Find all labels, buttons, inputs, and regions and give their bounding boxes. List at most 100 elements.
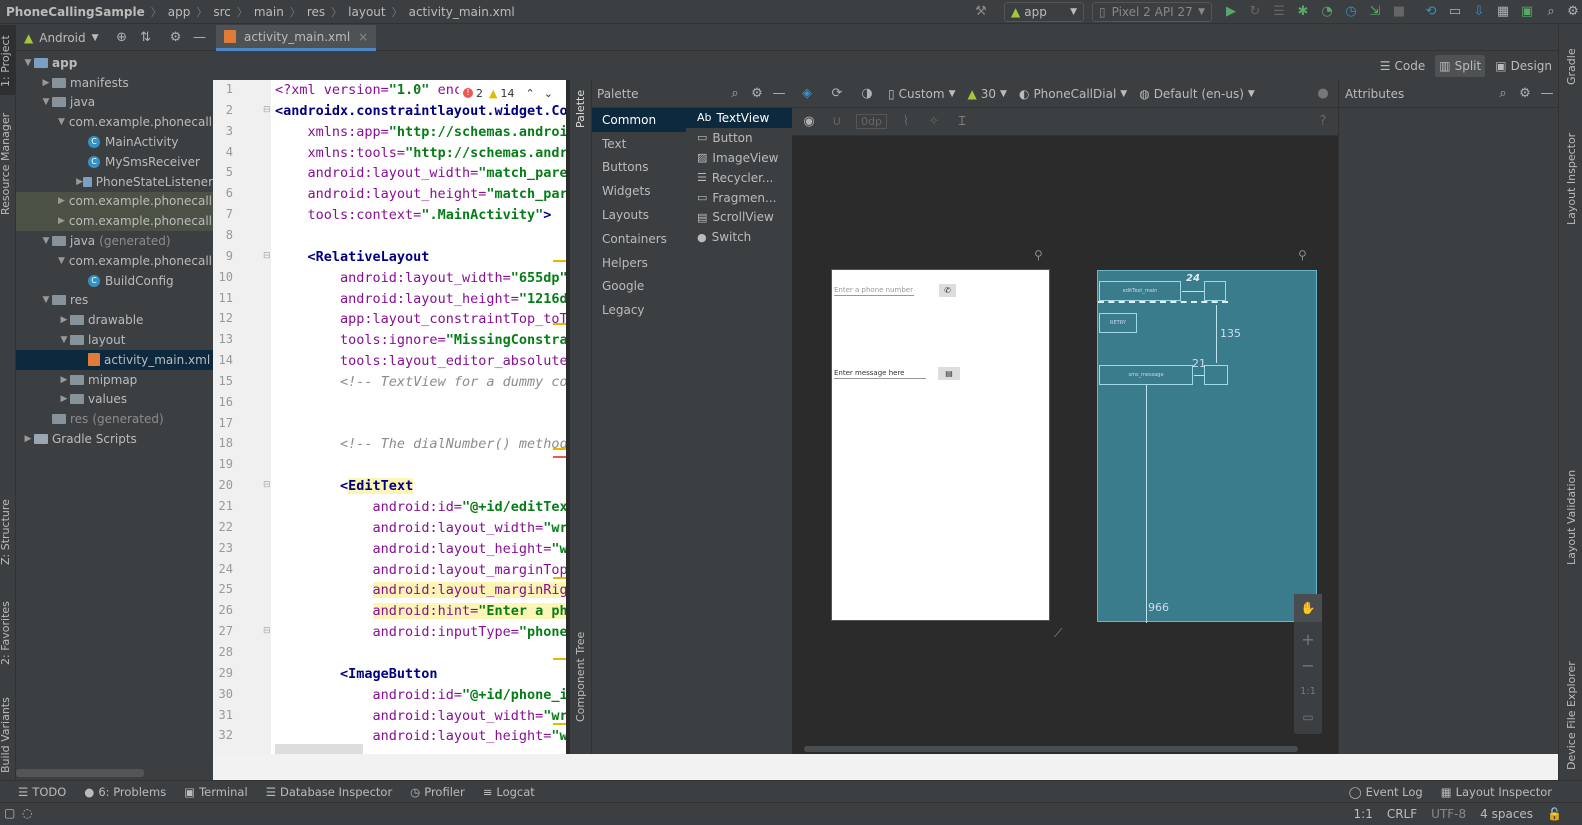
blueprint-retry-button[interactable]: RETRY [1099, 313, 1137, 333]
chevron-right-icon[interactable]: ▶ [58, 394, 70, 404]
locale-dropdown[interactable]: ◍ Default (en-us) ▼ [1139, 87, 1255, 101]
sync-icon[interactable]: ⟲ [1422, 3, 1440, 21]
lock-icon[interactable]: 🔓 [1547, 807, 1562, 821]
send-message-button[interactable]: ▤ [938, 367, 960, 380]
zoom-in-icon[interactable]: + [1294, 626, 1322, 652]
chevron-down-icon[interactable]: ▼ [40, 97, 52, 107]
project-view-selector[interactable]: Android [39, 31, 85, 45]
code-line[interactable]: android:layout_height="wr [275, 541, 566, 557]
fold-icon[interactable]: ⊟ [263, 480, 271, 490]
chevron-right-icon[interactable]: ▶ [58, 216, 65, 226]
palette-category[interactable]: Widgets [592, 179, 686, 203]
search-icon[interactable]: ⌕ [1542, 3, 1560, 21]
tool-favorites[interactable]: 2: Favorites [0, 601, 12, 665]
zoom-fit-icon[interactable]: ▭ [1294, 704, 1322, 730]
theme-dropdown[interactable]: ◐ PhoneCallDial ▼ [1019, 87, 1127, 101]
orientation-icon[interactable]: ⟳ [828, 85, 846, 103]
layout-inspector-icon[interactable]: ▦ [1494, 3, 1512, 21]
default-margin-field[interactable]: 0dp [856, 114, 887, 129]
warning-circle-icon[interactable]: ● [1314, 85, 1332, 103]
hide-icon[interactable]: — [191, 29, 209, 47]
assistant-icon[interactable]: ▣ [1518, 3, 1536, 21]
breadcrumb-item[interactable]: layout [348, 5, 385, 19]
fold-icon[interactable]: ⊟ [263, 251, 271, 261]
tool-structure[interactable]: Z: Structure [0, 499, 12, 565]
zoom-one-to-one[interactable]: 1:1 [1294, 678, 1322, 704]
code-line[interactable]: android:layout_width="655dp" [275, 270, 566, 286]
profile-icon[interactable]: ◷ [1342, 3, 1360, 21]
minimize-icon[interactable]: — [770, 85, 788, 103]
tree-item[interactable]: ▶ Gradle Scripts [16, 429, 213, 449]
breadcrumb-item[interactable]: app [168, 5, 191, 19]
breadcrumb-item[interactable]: main [254, 5, 284, 19]
code-line[interactable]: android:inputType="phone" [275, 624, 566, 640]
chevron-right-icon[interactable]: ▶ [58, 196, 65, 206]
code-line[interactable]: app:layout_constraintTop_toTo [275, 311, 566, 327]
code-line[interactable]: android:layout_width="wra [275, 708, 566, 724]
chevron-down-icon[interactable]: ▼ [40, 236, 52, 246]
tree-item[interactable]: activity_main.xml [16, 349, 213, 370]
code-mode-button[interactable]: ☰ Code [1376, 55, 1430, 77]
code-editor[interactable]: 1 2 3 4 5 6 7 8 9 10 11 12 13 14 15 16 17 18 19 20 21 22 23 24 2… [213, 80, 566, 754]
fold-icon[interactable]: ⊟ [263, 105, 271, 115]
tree-item[interactable]: ▶ values [16, 390, 213, 410]
close-icon[interactable]: × [358, 30, 368, 44]
palette-category[interactable]: Containers [592, 227, 686, 251]
code-line[interactable]: xmlns:tools="http://schemas.andro [275, 145, 566, 161]
blueprint-edittext[interactable]: editText_main [1099, 281, 1181, 301]
locate-icon[interactable]: ⊕ [113, 29, 131, 47]
code-line[interactable]: android:layout_width="match_paren [275, 165, 566, 181]
breadcrumb-item[interactable]: res [307, 5, 325, 19]
code-line[interactable]: android:layout_width="wra [275, 520, 566, 536]
file-encoding[interactable]: UTF-8 [1431, 807, 1466, 821]
chevron-right-icon[interactable]: ▶ [76, 177, 83, 187]
palette-category[interactable]: Buttons [592, 156, 686, 180]
collapse-icon[interactable]: ⇅ [137, 29, 155, 47]
code-line[interactable]: android:hint="Enter a pho [275, 603, 566, 620]
code-line[interactable]: android:layout_marginTop= [275, 562, 566, 578]
blueprint-view[interactable]: editText_main RETRY sms_message 24 135 2… [1097, 270, 1317, 623]
debug-icon[interactable]: ✱ [1294, 3, 1312, 21]
call-button[interactable]: ✆ [939, 284, 956, 297]
palette-item[interactable]: ▭ Fragmen... [686, 188, 792, 208]
layers-icon[interactable]: ◈ [798, 85, 816, 103]
code-line[interactable]: tools:context=".MainActivity"> [275, 207, 552, 223]
message-input[interactable]: Enter message here [834, 369, 926, 379]
code-line[interactable]: <RelativeLayout [275, 249, 430, 265]
hammer-icon[interactable]: ⚒ [972, 3, 990, 21]
line-separator[interactable]: CRLF [1387, 807, 1417, 821]
design-preview[interactable]: Enter a phone number ✆ Enter message her… [831, 269, 1050, 621]
tree-item[interactable]: res (generated) [16, 409, 213, 429]
tool-resource-manager[interactable]: Resource Manager [0, 113, 12, 215]
gear-icon[interactable]: ⚙ [1516, 85, 1534, 103]
tree-item[interactable]: ▶ com.example.phonecallingsample [16, 211, 274, 232]
event-log-tab[interactable]: ◯ Event Log [1349, 785, 1423, 799]
tree-item[interactable]: ▼ java (generated) [16, 231, 213, 251]
apply-changes-icon[interactable]: ☰ [1270, 3, 1288, 21]
chevron-down-icon[interactable]: ⌄ [544, 87, 553, 100]
caret-position[interactable]: 1:1 [1354, 807, 1373, 821]
code-line[interactable]: android:layout_marginRigh [275, 582, 566, 599]
profiler-tab[interactable]: ◷ Profiler [410, 785, 465, 799]
todo-tab[interactable]: ☰ TODO [18, 785, 66, 799]
chevron-right-icon[interactable]: ▶ [40, 78, 52, 88]
tool-device-file-explorer[interactable]: Device File Explorer [1565, 661, 1578, 770]
tool-layout-inspector-side[interactable]: Layout Inspector [1565, 133, 1578, 225]
chevron-down-icon[interactable]: ▼ [22, 58, 34, 68]
tree-item[interactable]: C BuildConfig [16, 271, 213, 291]
device-manager-icon[interactable]: ▭ [1446, 3, 1464, 21]
blueprint-send-button[interactable] [1204, 365, 1228, 385]
pan-icon[interactable]: ✋ [1294, 594, 1322, 622]
chevron-right-icon[interactable]: ▶ [58, 375, 70, 385]
stop-icon[interactable]: ■ [1390, 3, 1408, 21]
magnet-icon[interactable]: ∪ [828, 113, 846, 131]
logcat-tab[interactable]: ≡ Logcat [483, 785, 535, 799]
rerun-icon[interactable]: ↻ [1246, 3, 1264, 21]
code-line[interactable]: android:id="@+id/editText [275, 499, 566, 515]
search-icon[interactable]: ⌕ [726, 85, 744, 103]
gear-icon[interactable]: ⚙ [167, 29, 185, 47]
resize-handle-icon[interactable]: ⟋ [1054, 626, 1062, 641]
breadcrumb-item[interactable]: activity_main.xml [409, 5, 515, 19]
chevron-down-icon[interactable]: ▼ [58, 335, 70, 345]
palette-category[interactable]: Google [592, 275, 686, 299]
